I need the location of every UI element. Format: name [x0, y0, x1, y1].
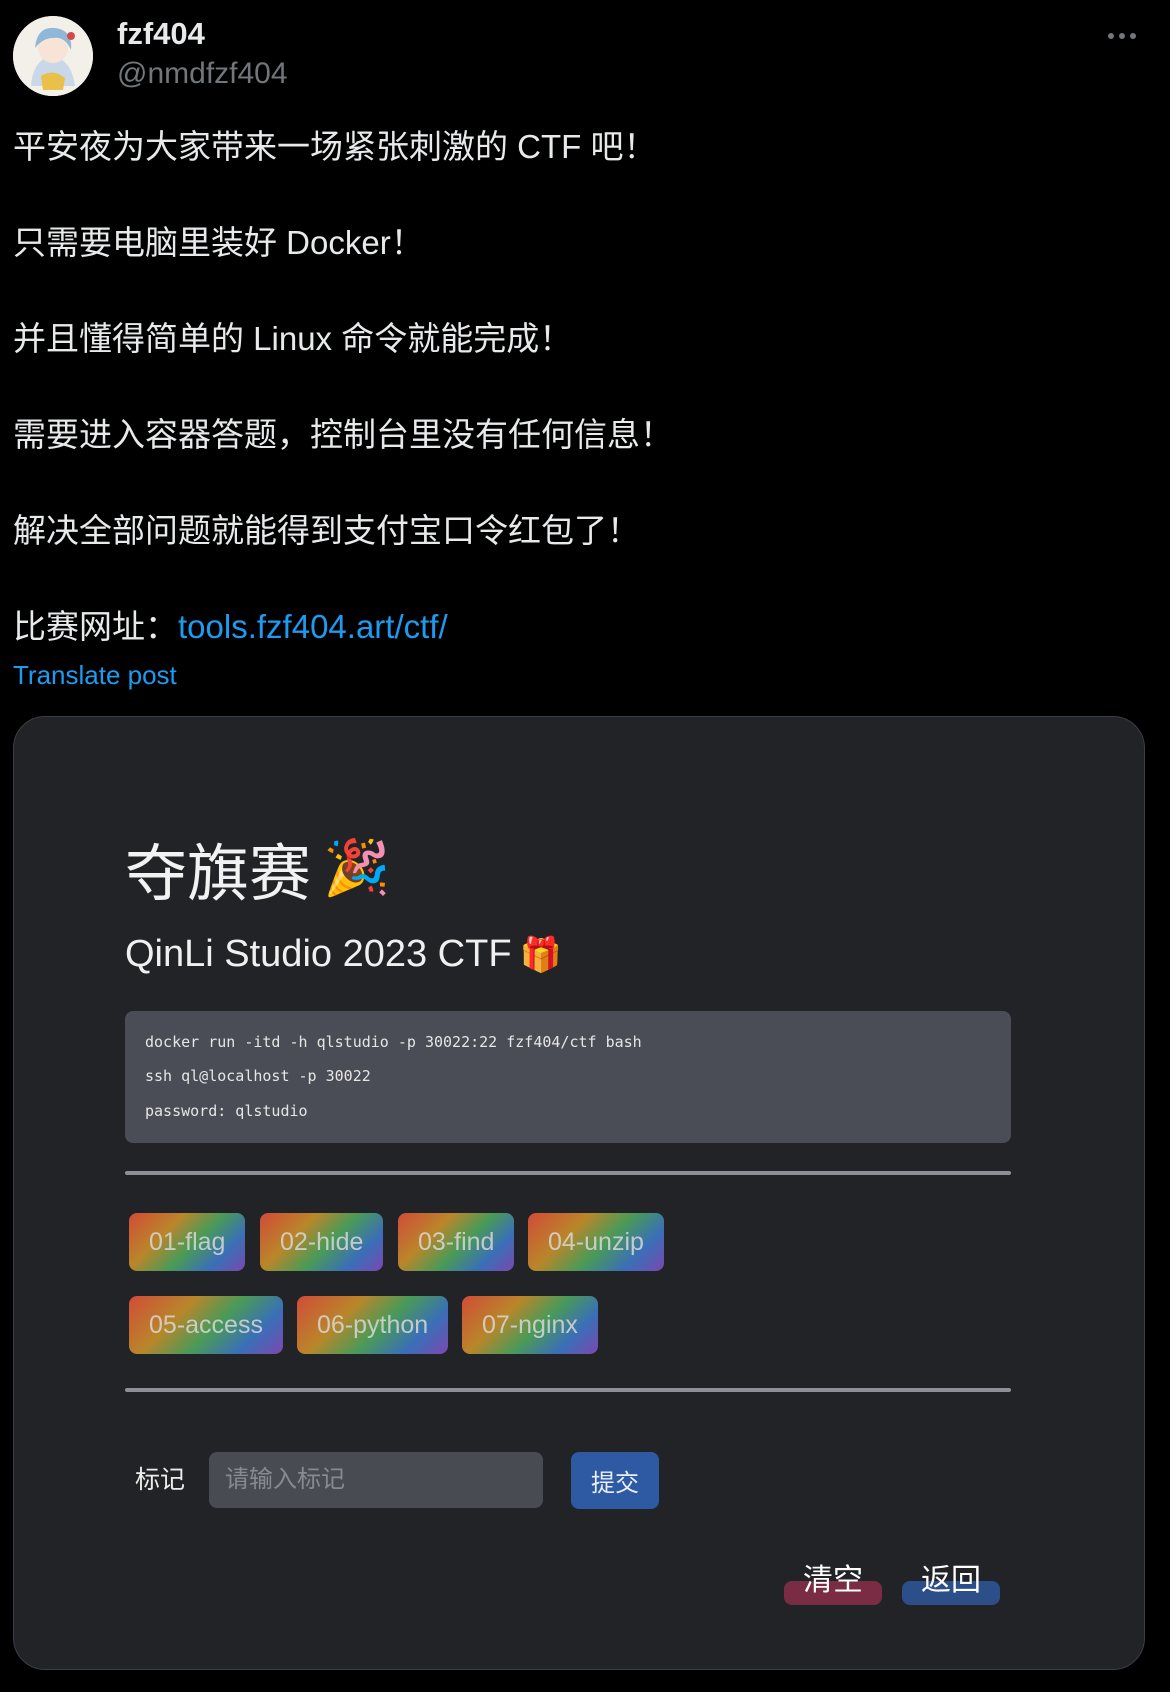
ctf-title: 夺旗赛 🎉 — [125, 823, 390, 913]
challenge-tag-label: 06-python — [317, 1311, 429, 1339]
author-display-name[interactable]: fzf404 — [117, 16, 205, 52]
translate-post-link[interactable]: Translate post — [13, 660, 177, 691]
url-prefix: 比赛网址： — [13, 608, 178, 645]
challenge-tag-label: 04-unzip — [548, 1228, 644, 1256]
contest-url-link[interactable]: tools.fzf404.art/ctf/ — [178, 608, 448, 645]
ctf-subtitle: QinLi Studio 2023 CTF 🎁 — [125, 933, 562, 976]
challenge-tag-label: 07-nginx — [482, 1311, 578, 1339]
code-line: ssh ql@localhost -p 30022 — [145, 1067, 371, 1085]
post-line-1: 平安夜为大家带来一场紧张刺激的 CTF 吧！ — [13, 128, 657, 165]
challenge-tag-label: 02-hide — [280, 1228, 364, 1256]
post-line-2: 只需要电脑里装好 Docker！ — [13, 224, 424, 261]
challenge-tag-label: 03-find — [418, 1228, 495, 1256]
flag-label: 标记 — [135, 1466, 186, 1494]
ctf-subtitle-text: QinLi Studio 2023 CTF — [125, 933, 512, 975]
flag-input[interactable] — [209, 1452, 543, 1508]
challenge-tag-label: 05-access — [149, 1311, 263, 1339]
divider — [125, 1388, 1011, 1392]
challenge-tag-03-find[interactable]: 03-find — [398, 1213, 515, 1271]
avatar-image — [13, 16, 93, 96]
ctf-title-text: 夺旗赛 — [125, 840, 312, 909]
challenge-tag-04-unzip[interactable]: 04-unzip — [528, 1213, 664, 1271]
back-button-label: 返回 — [921, 1564, 981, 1597]
back-button[interactable]: 返回 — [902, 1555, 1000, 1605]
clear-button[interactable]: 清空 — [784, 1555, 882, 1605]
challenge-tag-07-nginx[interactable]: 07-nginx — [462, 1296, 598, 1354]
code-line: password: qlstudio — [145, 1102, 308, 1120]
divider — [125, 1171, 1011, 1175]
post-line-3: 并且懂得简单的 Linux 命令就能完成！ — [13, 320, 573, 357]
challenge-tag-06-python[interactable]: 06-python — [297, 1296, 449, 1354]
clear-button-label: 清空 — [803, 1564, 863, 1597]
challenge-tag-02-hide[interactable]: 02-hide — [260, 1213, 384, 1271]
code-line: docker run -itd -h qlstudio -p 30022:22 … — [145, 1033, 642, 1051]
screenshot-card[interactable]: 夺旗赛 🎉 QinLi Studio 2023 CTF 🎁 docker run… — [13, 716, 1145, 1670]
challenge-tag-05-access[interactable]: 05-access — [129, 1296, 283, 1354]
author-handle[interactable]: @nmdfzf404 — [117, 57, 288, 91]
post-line-4: 需要进入容器答题，控制台里没有任何信息！ — [13, 416, 673, 453]
command-code-block: docker run -itd -h qlstudio -p 30022:22 … — [125, 1011, 1011, 1143]
challenge-tag-label: 01-flag — [149, 1228, 226, 1256]
more-icon[interactable] — [1108, 28, 1142, 44]
post-line-5: 解决全部问题就能得到支付宝口令红包了！ — [13, 512, 640, 549]
post-url-line: 比赛网址：tools.fzf404.art/ctf/ — [13, 607, 1133, 647]
gift-icon: 🎁 — [519, 935, 562, 974]
avatar[interactable] — [13, 16, 93, 96]
challenge-tag-01-flag[interactable]: 01-flag — [129, 1213, 246, 1271]
party-popper-icon: 🎉 — [323, 837, 391, 898]
submit-button[interactable]: 提交 — [571, 1452, 659, 1509]
